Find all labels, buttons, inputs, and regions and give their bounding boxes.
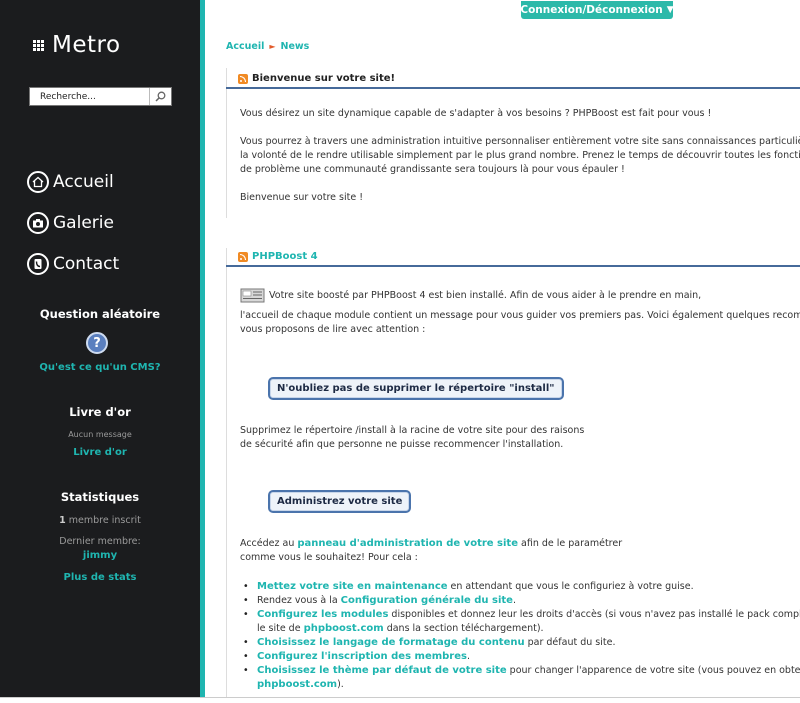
news-icon — [240, 288, 265, 303]
nav-item-contact[interactable]: Contact — [27, 252, 119, 276]
nav-item-galerie[interactable]: Galerie — [27, 211, 114, 235]
list-item: Configurez l'inscription des membres. — [240, 650, 800, 664]
news-text: Supprimez le répertoire /install à la ra… — [240, 425, 585, 436]
task-text: en attendant que vous le configuriez à v… — [447, 581, 694, 592]
task-text: ). — [337, 679, 344, 690]
home-icon — [27, 171, 49, 193]
phone-icon — [27, 253, 49, 275]
camera-icon — [27, 212, 49, 234]
site-logo[interactable]: Metro — [33, 30, 121, 60]
news-frame — [226, 68, 227, 218]
news-header: Bienvenue sur votre site! — [226, 70, 800, 89]
news-text: de sécurité afin que personne ne puisse … — [240, 439, 564, 450]
admin-text-post: afin de le paramétrer — [518, 538, 623, 549]
nav-label: Contact — [53, 254, 120, 274]
stats-last-member[interactable]: jimmy — [0, 550, 200, 561]
guestbook-empty: Aucun message — [68, 430, 132, 439]
chevron-down-icon: ▼ — [666, 5, 674, 15]
news-text: la volonté de le rendre utilisable simpl… — [240, 150, 800, 161]
question-title: Question aléatoire — [39, 307, 161, 321]
breadcrumb-current[interactable]: News — [281, 41, 310, 52]
task-text: Rendez vous à la — [257, 595, 341, 606]
nav-item-accueil[interactable]: Accueil — [27, 170, 114, 194]
rss-icon[interactable] — [238, 73, 248, 84]
task-link[interactable]: phpboost.com — [257, 679, 337, 690]
task-text: dans la section téléchargement). — [383, 623, 544, 634]
grid-icon — [33, 39, 44, 51]
admin-panel-link[interactable]: panneau d'administration de votre site — [297, 538, 518, 549]
news-title[interactable]: Bienvenue sur votre site! — [252, 73, 395, 84]
task-link[interactable]: Mettez votre site en maintenance — [257, 581, 448, 592]
list-item: Choisissez le langage de formatage du co… — [240, 636, 800, 650]
stats-last-member-label: Dernier membre: — [59, 536, 141, 547]
rss-icon[interactable] — [238, 251, 248, 262]
news-header: PHPBoost 4 — [226, 248, 800, 267]
sidebar: Metro Accueil Galerie Contact Question a… — [0, 0, 200, 703]
list-item: Mettez votre site en maintenance en atte… — [240, 580, 800, 594]
task-link[interactable]: Configurez l'inscription des membres — [257, 651, 467, 662]
task-link[interactable]: Choisissez le thème par défaut de votre … — [257, 665, 507, 676]
question-icon: ? — [86, 332, 108, 354]
task-list: Mettez votre site en maintenance en atte… — [240, 580, 800, 692]
task-link[interactable]: Choisissez le langage de formatage du co… — [257, 637, 525, 648]
sidebar-accent-line — [200, 0, 205, 703]
stats-members-label: membre inscrit — [65, 515, 141, 526]
admin-text-pre: Accédez au — [240, 538, 298, 549]
stats-title: Statistiques — [60, 490, 140, 504]
news-frame — [226, 248, 227, 703]
guestbook-link[interactable]: Livre d'or — [0, 447, 200, 458]
news-title[interactable]: PHPBoost 4 — [252, 251, 318, 262]
login-button[interactable]: Connexion/Déconnexion ▼ — [520, 1, 674, 19]
list-item: Choisissez le thème par défaut de votre … — [240, 664, 800, 678]
news-text: vous proposons de lire avec attention : — [240, 324, 426, 335]
task-text: disponibles et donnez leur les droits d'… — [388, 609, 800, 620]
window-bottom-edge — [0, 697, 800, 703]
list-item: Rendez vous à la Configuration générale … — [240, 594, 800, 608]
news-text: Votre site boosté par PHPBoost 4 est bie… — [269, 290, 702, 301]
list-item-continued: le site de phpboost.com dans la section … — [240, 622, 800, 636]
task-text: pour changer l'apparence de votre site (… — [509, 665, 800, 676]
breadcrumb-home[interactable]: Accueil — [226, 41, 264, 52]
news-text: Bienvenue sur votre site ! — [240, 192, 363, 203]
task-link[interactable]: phpboost.com — [304, 623, 384, 634]
task-link[interactable]: Configuration générale du site — [341, 595, 513, 606]
news-text: Vous désirez un site dynamique capable d… — [240, 108, 712, 119]
stats-more-link[interactable]: Plus de stats — [0, 572, 200, 583]
list-item-continued: phpboost.com). — [240, 678, 800, 692]
arrow-right-icon: ► — [269, 42, 276, 51]
search-input[interactable] — [30, 88, 149, 105]
news-text: Vous pourrez à travers une administratio… — [240, 136, 800, 147]
nav-label: Galerie — [53, 213, 114, 233]
nav-label: Accueil — [53, 172, 114, 192]
task-text: . — [512, 595, 516, 606]
stats-members: 1 membre inscrit — [0, 515, 200, 526]
task-text: . — [466, 651, 470, 662]
install-warning-box: N'oubliez pas de supprimer le répertoire… — [268, 377, 564, 400]
search-button[interactable] — [149, 88, 171, 105]
task-text: le site de — [257, 623, 304, 634]
stats-members-count: 1 — [59, 515, 66, 526]
site-title: Metro — [52, 32, 121, 58]
login-button-label: Connexion/Déconnexion — [520, 4, 663, 16]
question-link[interactable]: Qu'est ce qu'un CMS? — [0, 362, 200, 373]
list-item: Configurez les modules disponibles et do… — [240, 608, 800, 622]
task-text: par défaut du site. — [524, 637, 616, 648]
news-text: l'accueil de chaque module contient un m… — [240, 310, 800, 321]
breadcrumb: Accueil ► News — [226, 41, 309, 52]
news-text: comme vous le souhaitez! Pour cela : — [240, 552, 418, 563]
search-icon — [155, 91, 166, 102]
admin-box: Administrez votre site — [268, 490, 412, 513]
admin-text: Accédez au panneau d'administration de v… — [240, 537, 622, 551]
search-box — [29, 87, 172, 106]
guestbook-title: Livre d'or — [69, 405, 131, 419]
news-text: de problème une communauté grandissante … — [240, 164, 625, 175]
task-link[interactable]: Configurez les modules — [257, 609, 388, 620]
